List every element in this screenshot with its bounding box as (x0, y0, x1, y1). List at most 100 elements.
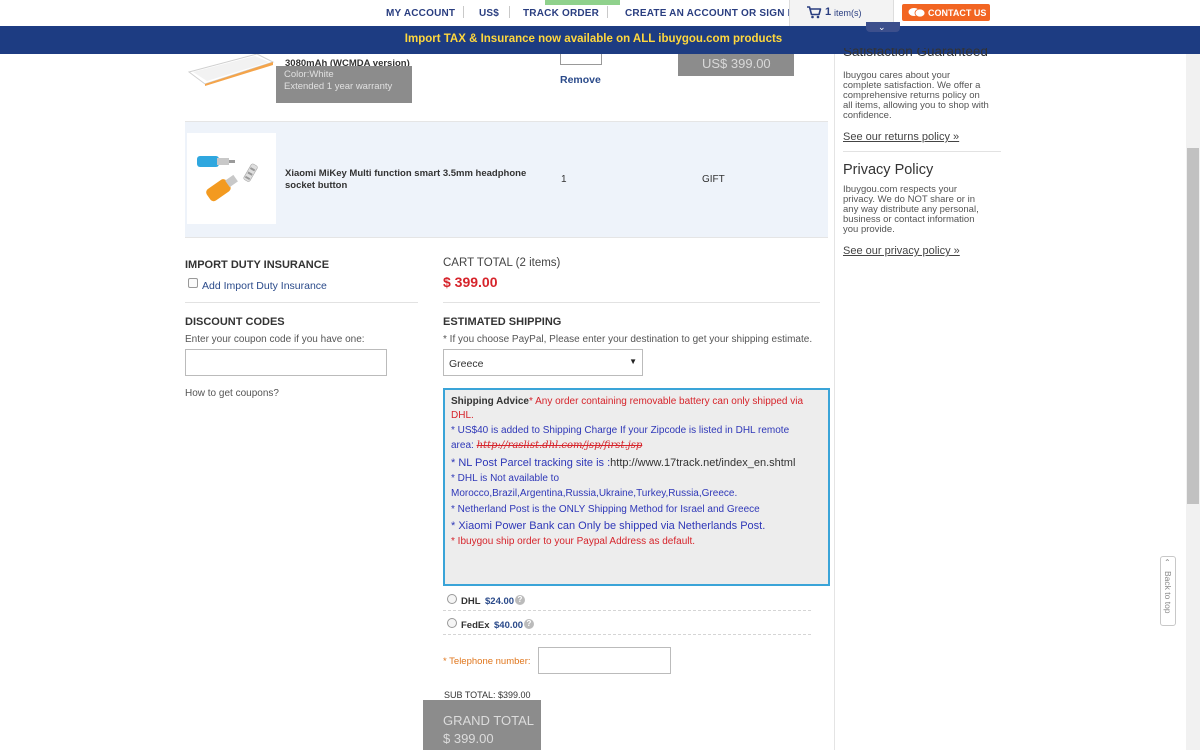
dhl-label[interactable]: DHL (461, 596, 481, 607)
coupon-hint: Enter your coupon code if you have one: (185, 334, 365, 345)
contact-us-label: CONTACT US (928, 8, 987, 18)
cart-icon[interactable] (806, 5, 822, 19)
discount-codes-title: DISCOUNT CODES (185, 316, 285, 328)
quantity-input[interactable] (560, 54, 602, 65)
item-price-overlay: US$ 399.00 (678, 54, 794, 76)
gift-name-line: Xiaomi MiKey Multi function smart 3.5mm … (285, 168, 527, 179)
privacy-title: Privacy Policy (843, 162, 934, 178)
text-line: confidence. (843, 110, 892, 121)
product-warranty: Extended 1 year warranty (284, 81, 393, 92)
sidebar-section-divider (843, 151, 1001, 152)
privacy-text: Ibuygou.com respects your privacy. We do… (843, 185, 1003, 235)
cart-total-text: CART TOTAL (443, 257, 513, 269)
satisfaction-text: Ibuygou cares about your complete satisf… (843, 71, 1003, 121)
back-to-top-button[interactable]: ⌃ Back to top (1160, 556, 1176, 626)
how-to-get-coupons-link[interactable]: How to get coupons? (185, 388, 279, 399)
section-divider (443, 302, 820, 303)
privacy-policy-link[interactable]: See our privacy policy » (843, 245, 960, 257)
advice-line: * Netherland Post is the ONLY Shipping M… (451, 504, 760, 515)
satisfaction-title-text: Satisfaction Guaranteed (843, 48, 988, 58)
country-select-value: Greece (449, 358, 484, 370)
gift-price: GIFT (702, 174, 725, 185)
grand-total-value: $ 399.00 (443, 731, 494, 746)
advice-line: * NL Post Parcel tracking site is :http:… (451, 457, 795, 469)
advice-title: Shipping Advice (451, 396, 529, 407)
product-options-overlay: Color:White Extended 1 year warranty (276, 66, 412, 103)
satisfaction-title: Satisfaction Guaranteed (843, 48, 988, 58)
cart-items-label[interactable]: item(s) (834, 8, 862, 18)
advice-line: Morocco,Brazil,Argentina,Russia,Ukraine,… (451, 488, 738, 499)
contact-us-button[interactable]: CONTACT US (902, 4, 990, 21)
back-to-top-label: Back to top (1163, 571, 1173, 614)
dhl-radio[interactable] (447, 594, 457, 604)
advice-line: area: http://raslist.dhl.com/jsp/first.j… (451, 440, 642, 451)
chevron-down-icon: ⌄ (878, 22, 886, 32)
telephone-label: * Telephone number: (443, 656, 531, 667)
remove-item-link[interactable]: Remove (560, 74, 601, 86)
shipping-hint: * If you choose PayPal, Please enter you… (443, 334, 813, 345)
returns-policy-link[interactable]: See our returns policy » (843, 131, 959, 143)
dhl-remote-area-link[interactable]: http://raslist.dhl.com/jsp/first.jsp (477, 440, 643, 451)
gift-product-name[interactable]: Xiaomi MiKey Multi function smart 3.5mm … (285, 168, 535, 192)
caret-down-icon: ▼ (629, 357, 637, 366)
advice-line: * Xiaomi Power Bank can Only be shipped … (451, 520, 766, 532)
advice-text: * Any order containing removable battery… (528, 396, 804, 407)
cart-count[interactable]: 1 (825, 6, 831, 18)
track-order-link[interactable]: TRACK ORDER (523, 8, 599, 19)
sidebar-divider (834, 54, 835, 750)
telephone-input[interactable] (538, 647, 671, 674)
scrollbar-thumb[interactable] (1187, 148, 1199, 504)
sub-total: SUB TOTAL: $399.00 (444, 690, 531, 700)
import-duty-title: IMPORT DUTY INSURANCE (185, 259, 330, 271)
create-account-link[interactable]: CREATE AN ACCOUNT OR SIGN IN (625, 8, 798, 19)
help-icon[interactable]: ? (524, 619, 534, 629)
green-tab (545, 0, 620, 5)
my-account-link[interactable]: MY ACCOUNT (386, 8, 455, 19)
cart-total-label: CART TOTAL (2 items) (443, 257, 560, 269)
gift-name-line: socket button (285, 180, 348, 191)
cart-total-value: $ 399.00 (443, 274, 498, 290)
country-select[interactable]: Greece ▼ (443, 349, 643, 376)
item-price: US$ 399.00 (702, 56, 771, 71)
top-nav: MY ACCOUNT US$ TRACK ORDER CREATE AN ACC… (0, 0, 1200, 26)
advice-line: * Ibuygou ship order to your Paypal Addr… (451, 536, 696, 547)
tracking-link[interactable]: http://www.17track.net/index_en.shtml (610, 457, 795, 469)
advice-line: * DHL is Not available to (451, 473, 560, 484)
advice-text: area: (451, 440, 474, 451)
banner-text: Import TAX & Insurance now available on … (404, 33, 783, 45)
gift-quantity: 1 (561, 174, 567, 185)
mikey-product-image[interactable] (187, 133, 276, 224)
nav-separator (607, 6, 608, 18)
fedex-label[interactable]: FedEx (461, 620, 490, 631)
option-divider (443, 634, 811, 635)
mikey-illustration (197, 156, 258, 202)
advice-line: * US$40 is added to Shipping Charge If y… (451, 425, 790, 436)
dhl-price: $24.00 (485, 596, 515, 607)
grand-total-label: GRAND TOTAL (443, 713, 535, 728)
add-import-duty-link[interactable]: Add Import Duty Insurance (202, 280, 327, 292)
chat-bubble-icon (908, 8, 926, 18)
row-divider (185, 237, 828, 238)
chevron-up-icon: ⌃ (1164, 558, 1171, 567)
product-color: Color:White (284, 69, 334, 80)
option-divider (443, 610, 811, 611)
import-duty-checkbox[interactable] (188, 278, 198, 288)
advice-text: * NL Post Parcel tracking site is : (451, 457, 611, 469)
coupon-input[interactable] (185, 349, 387, 376)
currency-link[interactable]: US$ (479, 8, 499, 19)
grand-total-overlay: GRAND TOTAL $ 399.00 (423, 700, 541, 750)
fedex-price: $40.00 (494, 620, 524, 631)
mini-cart-dropdown-toggle[interactable]: ⌄ (866, 22, 900, 32)
phone-product-image[interactable] (187, 54, 275, 86)
advice-line: Shipping Advice* Any order containing re… (451, 396, 803, 407)
fedex-radio[interactable] (447, 618, 457, 628)
advice-line: DHL. (451, 410, 474, 421)
help-icon[interactable]: ? (515, 595, 525, 605)
text-line: you provide. (843, 224, 895, 235)
section-divider (185, 302, 418, 303)
nav-separator (463, 6, 464, 18)
checkout-page: MY ACCOUNT US$ TRACK ORDER CREATE AN ACC… (0, 0, 1200, 750)
shipping-advice-box: Shipping Advice* Any order containing re… (443, 388, 830, 586)
cart-total-count: (2 items) (515, 257, 561, 269)
promo-banner: Import TAX & Insurance now available on … (0, 26, 1200, 54)
